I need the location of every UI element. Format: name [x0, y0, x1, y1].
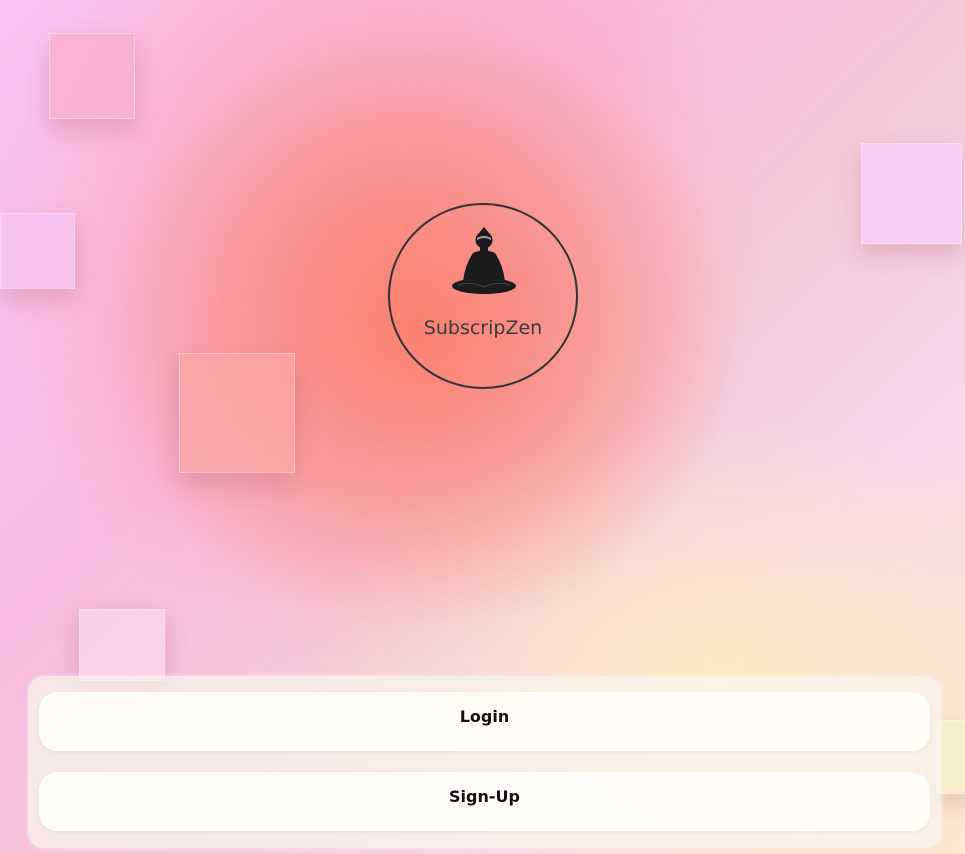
auth-panel: Login Sign-Up	[28, 676, 941, 848]
decorative-square	[861, 143, 962, 244]
meditating-figure-icon	[452, 227, 516, 294]
sign-up-button-label: Sign-Up	[449, 787, 520, 806]
decorative-square	[49, 33, 135, 119]
decorative-square	[179, 353, 295, 473]
decorative-square	[79, 609, 165, 681]
sign-up-button[interactable]: Sign-Up	[39, 772, 930, 831]
login-button-label: Login	[459, 707, 510, 726]
decorative-square	[0, 213, 75, 289]
app-logo: SubscripZen	[388, 203, 578, 389]
app-name: SubscripZen	[423, 317, 543, 339]
login-button[interactable]: Login	[39, 692, 930, 751]
